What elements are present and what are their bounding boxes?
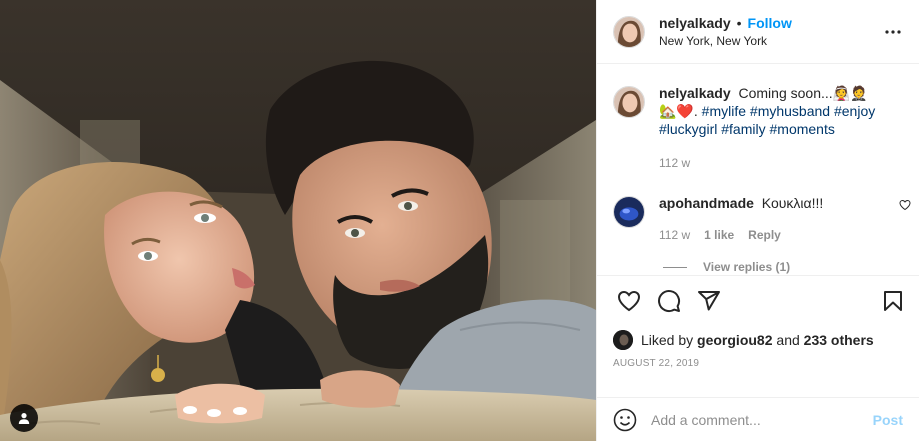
username-link[interactable]: nelyalkady xyxy=(659,14,731,32)
hashtag-link[interactable]: #mylife xyxy=(702,103,746,119)
hashtag-link[interactable]: #myhusband xyxy=(750,103,830,119)
share-icon[interactable] xyxy=(689,281,729,321)
comments-list[interactable]: nelyalkady Coming soon...👰🤵🏡❤️. #mylife … xyxy=(597,64,919,276)
likes-others-link[interactable]: 233 others xyxy=(804,332,874,348)
post-comment-button[interactable]: Post xyxy=(873,412,903,428)
reply-button[interactable]: Reply xyxy=(748,226,781,244)
caption-timestamp[interactable]: 112 w xyxy=(659,154,690,172)
comment-likes[interactable]: 1 like xyxy=(704,226,734,244)
comment-icon[interactable] xyxy=(649,281,689,321)
heart-icon[interactable] xyxy=(609,281,649,321)
caption: nelyalkady Coming soon...👰🤵🏡❤️. #mylife … xyxy=(597,84,919,172)
post-header: nelyalkady • Follow New York, New York xyxy=(597,0,919,64)
likes-and: and xyxy=(776,332,800,348)
replies-divider xyxy=(663,266,687,268)
hashtag-link[interactable]: #luckygirl xyxy=(659,121,717,137)
bookmark-icon[interactable] xyxy=(873,281,913,321)
post-side-panel: nelyalkady • Follow New York, New York n… xyxy=(596,0,919,441)
comment-timestamp[interactable]: 112 w xyxy=(659,226,690,244)
avatar[interactable] xyxy=(613,15,645,48)
commenter-username[interactable]: apohandmade xyxy=(659,195,754,211)
likes-summary: Liked by georgiou82 and 233 others xyxy=(597,326,919,354)
post-date[interactable]: AUGUST 22, 2019 xyxy=(597,354,919,380)
avatar[interactable] xyxy=(613,86,645,118)
follow-button[interactable]: Follow xyxy=(748,14,792,32)
separator-dot: • xyxy=(736,14,742,31)
hashtag-link[interactable]: #enjoy xyxy=(834,103,875,119)
emoji-icon[interactable] xyxy=(613,408,637,432)
user-tag-icon[interactable] xyxy=(10,404,38,432)
add-comment-bar: Post xyxy=(597,397,919,441)
post-photo[interactable] xyxy=(0,0,596,441)
post-modal: nelyalkady • Follow New York, New York n… xyxy=(0,0,919,441)
hashtag-link[interactable]: #family xyxy=(721,121,765,137)
comment-item: apohandmade Κουκλια!!! 112 w 1 like Repl… xyxy=(597,194,919,244)
liker-avatar[interactable] xyxy=(613,330,633,350)
hashtag-link[interactable]: #moments xyxy=(770,121,835,137)
comment-like-heart-icon[interactable] xyxy=(899,198,915,214)
location-link[interactable]: New York, New York xyxy=(659,32,792,50)
view-replies-button[interactable]: View replies (1) xyxy=(663,260,919,274)
likes-prefix: Liked by xyxy=(641,332,694,348)
action-bar xyxy=(597,276,919,326)
caption-text: Coming soon... xyxy=(738,85,833,101)
view-replies-label: View replies (1) xyxy=(703,260,791,274)
more-options-icon[interactable] xyxy=(883,22,903,42)
comment-text: Κουκλια!!! xyxy=(761,195,824,211)
commenter-avatar[interactable] xyxy=(613,196,645,228)
photo-couple-selfie xyxy=(0,0,596,441)
liker-username[interactable]: georgiou82 xyxy=(697,332,772,348)
comment-input[interactable] xyxy=(651,411,873,428)
caption-username[interactable]: nelyalkady xyxy=(659,85,731,101)
